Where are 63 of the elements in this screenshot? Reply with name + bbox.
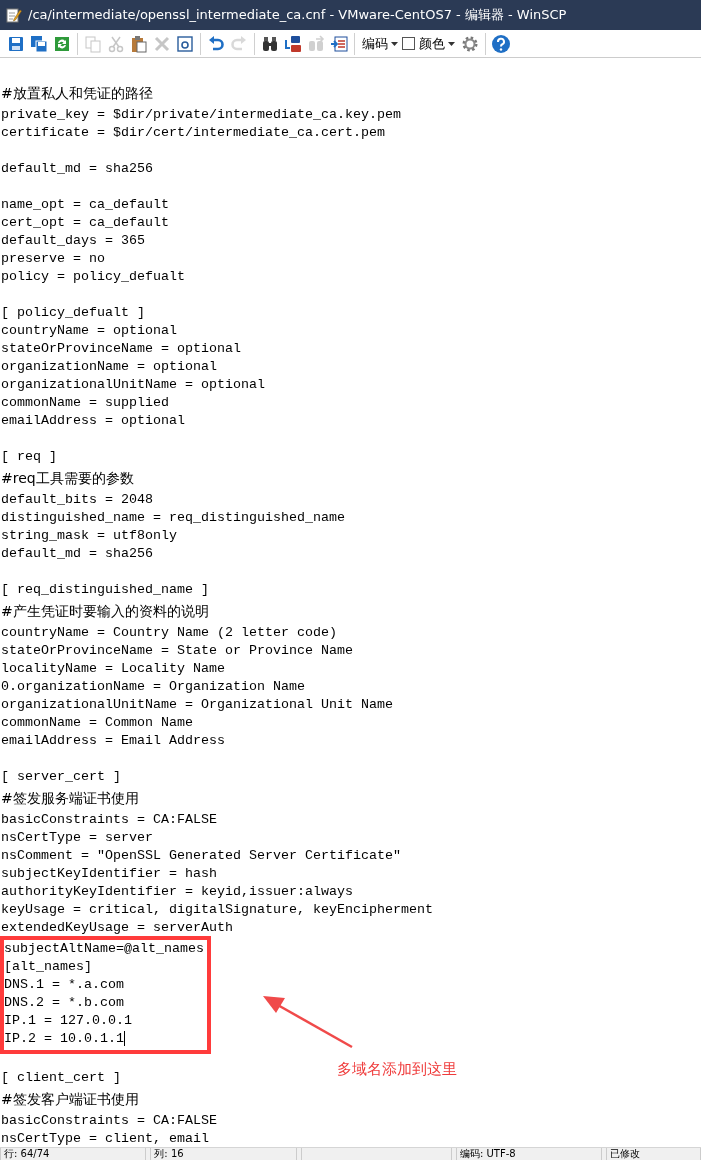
- window-title: /ca/intermediate/openssl_intermediate_ca.cnf - VMware-CentOS7 - 编辑器 - WinSCP: [28, 6, 567, 24]
- code-line: emailAddress = Email Address: [1, 733, 225, 748]
- code-line: countryName = Country Name (2 letter code): [1, 625, 337, 640]
- code-line: name_opt = ca_default: [1, 197, 169, 212]
- code-line: stateOrProvinceName = State or Province Name: [1, 643, 353, 658]
- code-line: organizationalUnitName = optional: [1, 377, 265, 392]
- annotation-text: 多域名添加到这里: [337, 1060, 457, 1079]
- code-line: DNS.2 = *.b.com: [4, 995, 124, 1010]
- comment-line: #签发客户端证书使用: [1, 1091, 139, 1107]
- code-line: emailAddress = optional: [1, 413, 185, 428]
- code-line: cert_opt = ca_default: [1, 215, 169, 230]
- code-line: organizationName = optional: [1, 359, 217, 374]
- code-line: [ req ]: [1, 449, 57, 464]
- code-line: distinguished_name = req_distinguished_name: [1, 510, 345, 525]
- code-line: string_mask = utf8only: [1, 528, 177, 543]
- code-line: default_md = sha256: [1, 546, 153, 561]
- code-line: IP.1 = 127.0.0.1: [4, 1013, 132, 1028]
- code-line: DNS.1 = *.a.com: [4, 977, 124, 992]
- comment-line: #产生凭证时要输入的资料的说明: [1, 603, 209, 619]
- code-line: [ client_cert ]: [1, 1070, 121, 1085]
- code-line: IP.2 = 10.0.1.1: [4, 1031, 124, 1046]
- code-line: nsComment = "OpenSSL Generated Server Certificate": [1, 848, 401, 863]
- code-line: localityName = Locality Name: [1, 661, 225, 676]
- encoding-menu[interactable]: 编码: [359, 34, 401, 53]
- code-line: [alt_names]: [4, 959, 92, 974]
- code-line: nsCertType = server: [1, 830, 153, 845]
- code-line: keyUsage = critical, digitalSignature, keyEncipherment: [1, 902, 433, 917]
- caret-icon: [391, 41, 398, 46]
- comment-line: #req工具需要的参数: [1, 470, 134, 486]
- status-text: 编码: UTF-8: [455, 1148, 603, 1160]
- code-line: nsCertType = client, email: [1, 1131, 209, 1146]
- caret-icon: [448, 41, 455, 46]
- code-line: countryName = optional: [1, 323, 177, 338]
- code-line: [ policy_defualt ]: [1, 305, 145, 320]
- code-line: basicConstraints = CA:FALSE: [1, 812, 217, 827]
- comment-line: #签发服务端证书使用: [1, 790, 139, 806]
- checkbox[interactable]: [402, 37, 415, 50]
- code-line: extendedKeyUsage = serverAuth: [1, 920, 233, 935]
- code-line: subjectKeyIdentifier = hash: [1, 866, 217, 881]
- comment-line: #放置私人和凭证的路径: [1, 85, 153, 101]
- code-line: 0.organizationName = Organization Name: [1, 679, 305, 694]
- help-button[interactable]: [490, 32, 512, 55]
- code-line: [ req_distinguished_name ]: [1, 582, 209, 597]
- code-line: certificate = $dir/cert/intermediate_ca.cert.pem: [1, 125, 385, 140]
- code-line: [ server_cert ]: [1, 769, 121, 784]
- code-line: authorityKeyIdentifier = keyid,issuer:always: [1, 884, 353, 899]
- code-line: subjectAltName=@alt_names: [4, 941, 204, 956]
- code-line: default_days = 365: [1, 233, 145, 248]
- color-menu[interactable]: 颜色: [416, 34, 458, 53]
- code-line: commonName = supplied: [1, 395, 169, 410]
- code-line: stateOrProvinceName = optional: [1, 341, 241, 356]
- code-line: default_md = sha256: [1, 161, 153, 176]
- code-line: basicConstraints = CA:FALSE: [1, 1113, 217, 1128]
- code-line: private_key = $dir/private/intermediate_ca.key.pem: [1, 107, 401, 122]
- status-text: 行: 64/74: [0, 1148, 147, 1160]
- code-line: policy = policy_defualt: [1, 269, 185, 284]
- code-line: preserve = no: [1, 251, 105, 266]
- code-line: default_bits = 2048: [1, 492, 153, 507]
- notepad-icon: [6, 7, 22, 23]
- code-line: commonName = Common Name: [1, 715, 193, 730]
- status-text: 列: 16: [150, 1148, 297, 1160]
- code-line: organizationalUnitName = Organizational Unit Name: [1, 697, 393, 712]
- status-text: 已修改: [606, 1148, 701, 1160]
